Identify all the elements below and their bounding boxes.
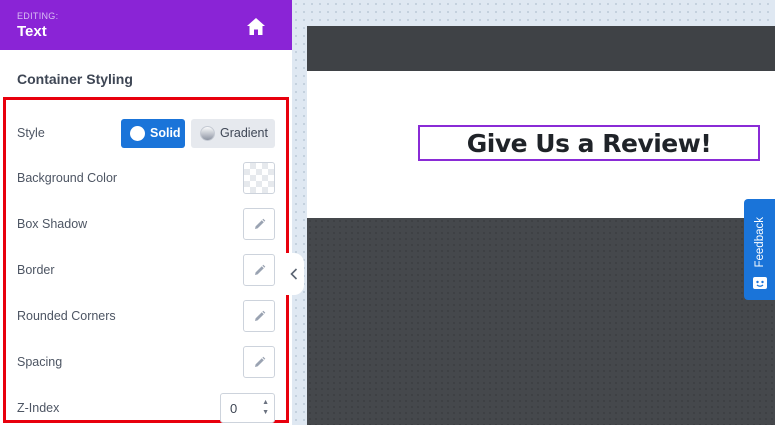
stepper-up-icon[interactable]: ▲ <box>262 399 269 406</box>
rounded-corners-row: Rounded Corners <box>17 300 275 332</box>
style-row: Style Solid Gradient <box>17 117 275 149</box>
home-icon <box>247 17 265 35</box>
editing-element-name: Text <box>17 23 47 40</box>
z-index-arrows: ▲ ▼ <box>262 399 269 416</box>
style-gradient-label: Gradient <box>220 126 268 140</box>
style-gradient-button[interactable]: Gradient <box>191 118 275 148</box>
border-label: Border <box>17 263 55 277</box>
box-shadow-label: Box Shadow <box>17 217 88 231</box>
feedback-label: Feedback <box>753 217 766 268</box>
z-index-input[interactable] <box>230 400 266 416</box>
chevron-left-icon <box>290 268 298 280</box>
pencil-icon <box>254 218 265 229</box>
style-label: Style <box>17 126 45 140</box>
spacing-label: Spacing <box>17 355 63 369</box>
style-toggle: Solid Gradient <box>121 118 275 148</box>
solid-circle-icon <box>130 125 145 141</box>
page-top-section <box>307 26 775 71</box>
background-color-label: Background Color <box>17 171 118 185</box>
gradient-circle-icon <box>200 125 215 141</box>
border-edit-button[interactable] <box>243 254 275 286</box>
stepper-down-icon[interactable]: ▼ <box>262 409 269 416</box>
pencil-icon <box>254 356 265 367</box>
home-button[interactable] <box>243 13 269 39</box>
headline-text: Give Us a Review! <box>466 128 712 158</box>
text-section: Give Us a Review! <box>307 71 775 218</box>
spacing-edit-button[interactable] <box>243 346 275 378</box>
box-shadow-edit-button[interactable] <box>243 208 275 240</box>
collapse-panel-button[interactable] <box>284 253 304 295</box>
editing-label: EDITING: <box>17 11 59 21</box>
spacing-row: Spacing <box>17 346 275 378</box>
pencil-icon <box>254 264 265 275</box>
panel-header: EDITING: Text <box>0 0 292 50</box>
section-title: Container Styling <box>17 71 133 87</box>
page-preview: Give Us a Review! <box>307 26 775 425</box>
z-index-label: Z-Index <box>17 401 60 415</box>
feedback-face-icon <box>752 277 767 289</box>
box-shadow-row: Box Shadow <box>17 208 275 240</box>
pencil-icon <box>254 310 265 321</box>
z-index-row: Z-Index ▲ ▼ <box>17 392 275 424</box>
background-color-row: Background Color <box>17 162 275 194</box>
z-index-stepper: ▲ ▼ <box>220 393 275 423</box>
editor-panel: EDITING: Text Container Styling Style So… <box>0 0 292 425</box>
feedback-tab[interactable]: Feedback <box>744 199 775 300</box>
background-color-swatch[interactable] <box>243 162 275 194</box>
rounded-corners-edit-button[interactable] <box>243 300 275 332</box>
border-row: Border <box>17 254 275 286</box>
style-solid-button[interactable]: Solid <box>121 118 185 148</box>
style-solid-label: Solid <box>150 126 181 140</box>
selected-text-element[interactable]: Give Us a Review! <box>418 125 760 161</box>
rounded-corners-label: Rounded Corners <box>17 309 116 323</box>
